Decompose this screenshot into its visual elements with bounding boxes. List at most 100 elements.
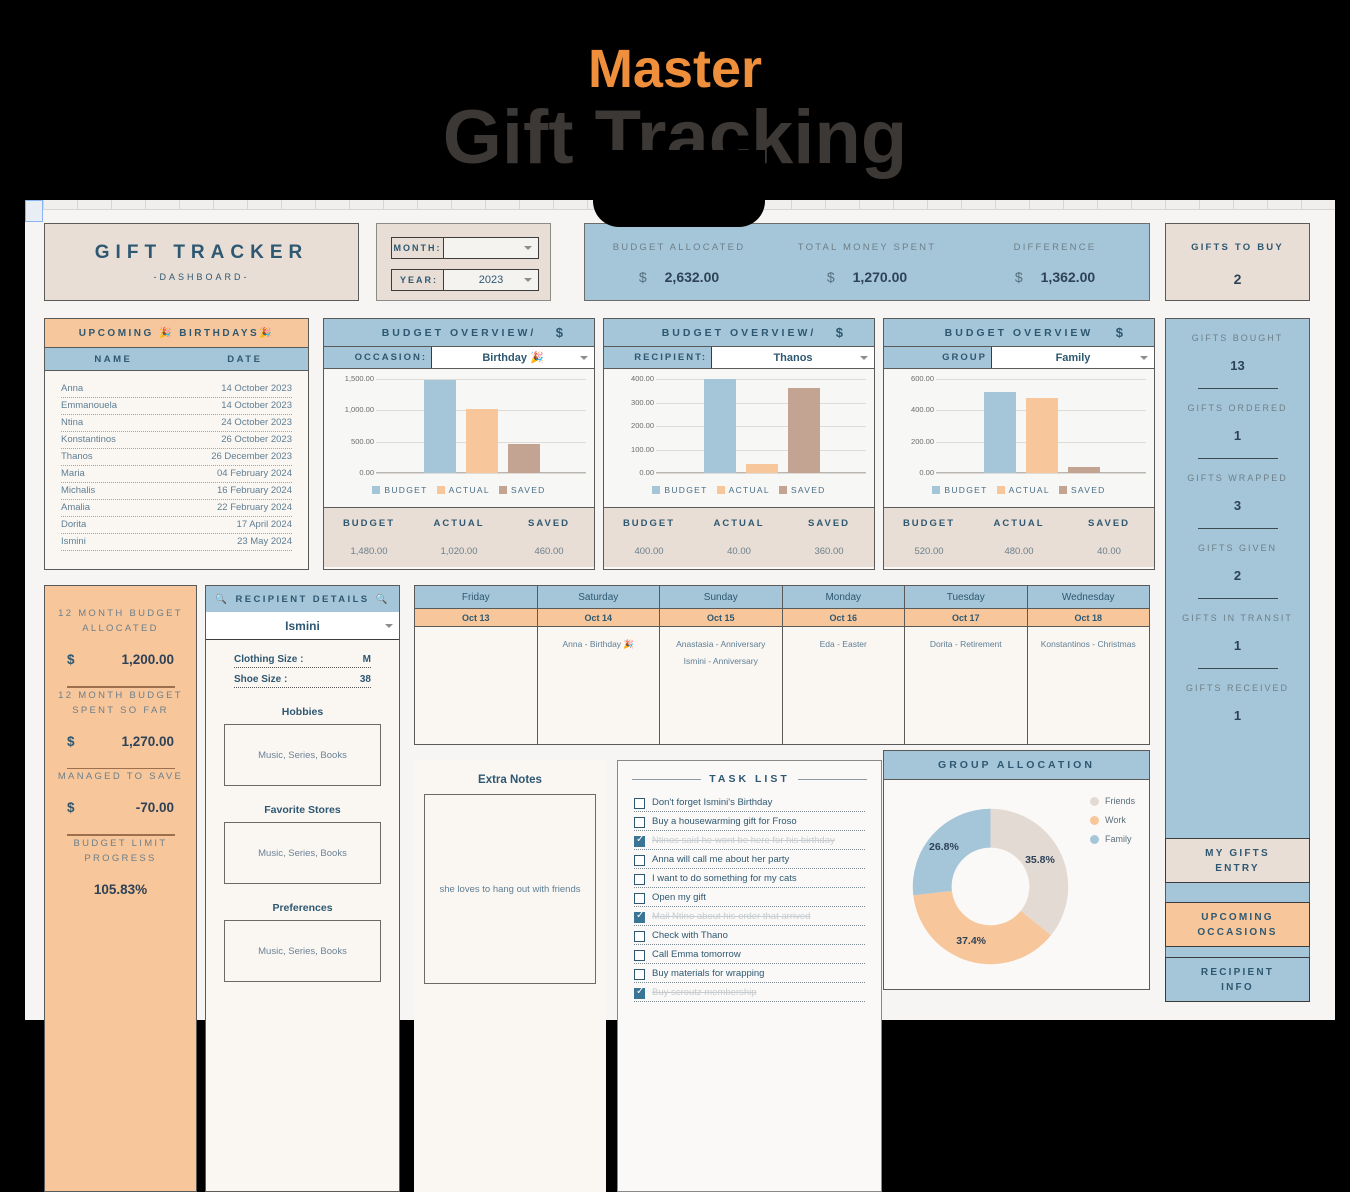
calendar-cell[interactable] (415, 627, 538, 744)
task-checkbox[interactable] (634, 834, 645, 847)
list-item[interactable]: Don't forget Ismini's Birthday (634, 793, 865, 812)
list-item[interactable]: I want to do something for my cats (634, 869, 865, 888)
chart-bar (1026, 397, 1058, 473)
footer-header: BUDGET (622, 518, 676, 529)
task-checkbox[interactable] (634, 855, 645, 866)
chart-selector[interactable]: RECIPIENT: Thanos (604, 347, 874, 369)
budget-value: $1,200.00 (45, 652, 196, 667)
year-value[interactable]: 2023 (444, 270, 538, 290)
task-list-header: TASK LIST (618, 769, 881, 785)
birthday-name: Maria (61, 468, 85, 479)
stat-label: GIFTS WRAPPED (1187, 473, 1288, 483)
chart-selector-value[interactable]: Birthday 🎉 (432, 347, 594, 368)
table-row: Dorita 17 April 2024 (61, 519, 292, 534)
chart-selector[interactable]: GROUP Family (884, 347, 1154, 369)
upcoming-occasions-button[interactable]: UPCOMING OCCASIONS (1165, 902, 1310, 947)
twelve-month-budget-card: 12 MONTH BUDGET ALLOCATED $1,200.00 12 MON… (44, 585, 197, 1192)
list-item[interactable]: Buy materials for wrapping (634, 964, 865, 983)
spreadsheet-area: GIFT TRACKER -DASHBOARD- MONTH: YEAR: 20… (25, 200, 1335, 1192)
legend-label: ACTUAL (728, 485, 770, 495)
legend-label: BUDGET (944, 485, 988, 495)
calendar-cell[interactable]: Konstantinos - Christmas (1028, 627, 1150, 744)
stat-value: 1 (1233, 708, 1242, 723)
chart-selector-value[interactable]: Thanos (712, 347, 874, 368)
summary-label: DIFFERENCE (1013, 242, 1097, 253)
week-calendar: Friday Saturday Sunday Monday Tuesday Wednesd… (414, 585, 1150, 745)
calendar-event: Dorita - Retirement (929, 639, 1002, 649)
summary-value: $2,632.00 (585, 269, 773, 285)
section-value[interactable]: Music, Series, Books (224, 822, 381, 884)
clothing-size-value: M (362, 654, 371, 665)
grid-line (656, 402, 866, 404)
footer-column: SAVED 460.00 (504, 508, 594, 567)
task-checkbox[interactable] (634, 910, 645, 923)
task-checkbox[interactable] (634, 874, 645, 885)
recipient-selector[interactable]: Ismini (206, 612, 399, 640)
chart-selector[interactable]: OCCASION: Birthday 🎉 (324, 347, 594, 369)
task-label: I want to do something for my cats (652, 873, 797, 884)
birthday-date: 17 April 2024 (236, 519, 292, 530)
list-item[interactable]: Check with Thano (634, 926, 865, 945)
month-value[interactable] (444, 238, 538, 258)
budget-progress-value: 105.83% (93, 881, 148, 897)
legend-swatch (436, 486, 445, 494)
birthday-date: 24 October 2023 (221, 417, 292, 428)
list-item[interactable]: Buy a housewarming gift for Froso (634, 812, 865, 831)
ruler-tick (1165, 200, 1166, 210)
legend-swatch (652, 486, 661, 494)
summary-value: $1,362.00 (961, 269, 1149, 285)
calendar-cell[interactable]: Eda - Easter (783, 627, 905, 744)
donut-legend-label: Friends (1104, 796, 1135, 806)
my-gifts-entry-button[interactable]: MY GIFTS ENTRY (1165, 838, 1310, 883)
ruler-tick (349, 200, 350, 210)
task-checkbox[interactable] (634, 969, 645, 980)
legend-swatch (996, 486, 1005, 494)
list-item[interactable]: Ntinos said he wont be here for his birt… (634, 831, 865, 850)
chart-selector-value-text: Thanos (773, 351, 813, 364)
chart-title-bar: BUDGET OVERVIEW $ (884, 319, 1154, 347)
chart-title: BUDGET OVERVIEW/ (661, 326, 817, 339)
calendar-cell[interactable]: Dorita - Retirement (905, 627, 1028, 744)
list-item[interactable]: Buy scroutz membership (634, 983, 865, 1002)
calendar-cell[interactable]: Anastasia - Anniversary Ismini - Annivers… (660, 627, 783, 744)
legend-label: SAVED (510, 485, 546, 495)
chart-selector-value[interactable]: Family (992, 347, 1154, 368)
recipient-sections: Hobbies Music, Series, Books Favorite Stor… (206, 706, 399, 982)
budget-amount: -70.00 (135, 800, 174, 815)
chevron-down-icon (385, 623, 393, 628)
section-title: Favorite Stores (264, 804, 341, 816)
task-checkbox[interactable] (634, 950, 645, 961)
month-filter[interactable]: MONTH: (391, 237, 539, 259)
legend-item: BUDGET (652, 485, 707, 495)
list-item[interactable]: Open my gift (634, 888, 865, 907)
task-checkbox[interactable] (634, 931, 645, 942)
section-value[interactable]: Music, Series, Books (224, 920, 381, 982)
footer-value: 40.00 (1097, 546, 1121, 557)
stat-divider (1197, 598, 1278, 599)
axis-tick-label: 300.00 (631, 397, 654, 407)
list-item[interactable]: Mail Ntino about his order that arrived (634, 907, 865, 926)
task-checkbox[interactable] (634, 817, 645, 828)
cell-selection-handle[interactable] (25, 200, 43, 222)
task-checkbox[interactable] (634, 986, 645, 999)
calendar-cell[interactable]: Anna - Birthday 🎉 (538, 627, 660, 744)
extra-notes-value[interactable]: she loves to hang out with friends (424, 794, 596, 984)
nav2-line2: OCCASIONS (1197, 926, 1278, 938)
list-item[interactable]: Call Emma tomorrow (634, 945, 865, 964)
chart-selector-label: OCCASION: (324, 347, 432, 368)
legend-item: SAVED (1058, 485, 1106, 495)
task-checkbox[interactable] (634, 893, 645, 904)
birthday-name: Konstantinos (61, 434, 116, 445)
recipient-info-button[interactable]: RECIPIENT INFO (1165, 957, 1310, 1002)
recipient-selected-name: Ismini (285, 618, 320, 633)
year-filter[interactable]: YEAR: 2023 (391, 269, 539, 291)
summary-amount: 1,362.00 (1040, 269, 1096, 285)
footer-column: BUDGET 1,480.00 (324, 508, 414, 567)
table-row: Konstantinos 26 October 2023 (61, 434, 292, 449)
task-checkbox[interactable] (634, 798, 645, 809)
chart-title: BUDGET OVERVIEW (944, 326, 1094, 339)
list-item[interactable]: Anna will call me about her party (634, 850, 865, 869)
section-value[interactable]: Music, Series, Books (224, 724, 381, 786)
ruler-tick (587, 200, 588, 210)
birthday-date: 22 February 2024 (217, 502, 292, 513)
